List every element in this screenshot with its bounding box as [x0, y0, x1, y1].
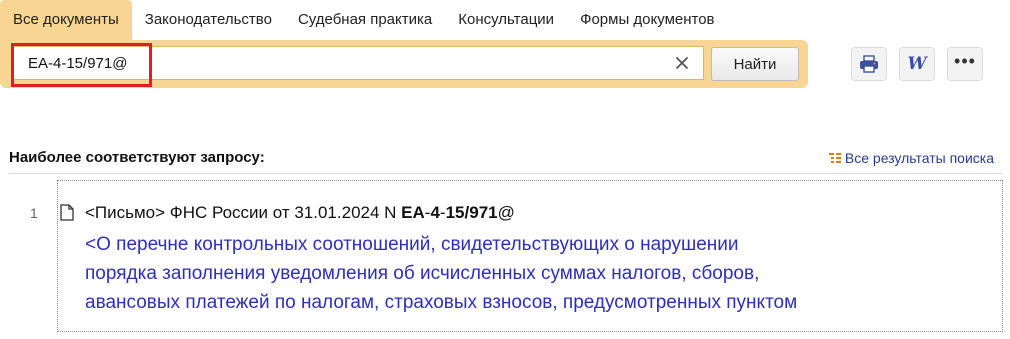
tab-all-documents[interactable]: Все документы [0, 0, 132, 40]
document-icon [60, 204, 74, 221]
export-word-button[interactable]: W [899, 47, 935, 81]
tab-document-forms[interactable]: Формы документов [567, 0, 727, 40]
search-panel [0, 40, 808, 88]
code-separator: @ [497, 203, 515, 222]
result-number: 1 [30, 205, 38, 221]
result-description[interactable]: <О перечне контрольных соотношений, свид… [85, 230, 985, 317]
result-title[interactable]: <Письмо> ФНС России от 31.01.2024 N ЕА-4… [85, 203, 515, 223]
word-icon: W [907, 54, 927, 74]
more-icon: ••• [954, 51, 976, 71]
find-button[interactable]: Найти [711, 47, 799, 81]
result-description-line: <О перечне контрольных соотношений, свид… [85, 234, 739, 255]
search-field [13, 46, 704, 80]
all-results-label: Все результаты поиска [844, 150, 994, 166]
tab-court-practice[interactable]: Судебная практика [285, 0, 445, 40]
printer-icon [860, 55, 878, 73]
tab-legislation[interactable]: Законодательство [132, 0, 285, 40]
code-part: 15 [445, 203, 465, 222]
code-part: 4 [430, 203, 440, 222]
tab-consultations[interactable]: Консультации [445, 0, 567, 40]
result-description-line: порядка заполнения уведомления об исчисл… [85, 263, 760, 284]
results-heading: Наиболее соответствуют запросу: [9, 149, 265, 166]
result-title-prefix: <Письмо> ФНС России от 31.01.2024 N [85, 203, 402, 222]
close-icon[interactable] [673, 54, 691, 72]
divider [9, 173, 1002, 174]
code-part: ЕА [401, 203, 425, 222]
search-input[interactable] [14, 47, 668, 79]
results-list-icon [828, 152, 841, 163]
all-results-link[interactable]: Все результаты поиска [828, 150, 994, 166]
print-button[interactable] [851, 47, 887, 81]
result-description-line: авансовых платежей по налогам, страховых… [85, 292, 798, 313]
more-button[interactable]: ••• [947, 47, 983, 81]
document-type-tabs: Все документы Законодательство Судебная … [0, 0, 728, 40]
code-part: 971 [469, 203, 498, 222]
